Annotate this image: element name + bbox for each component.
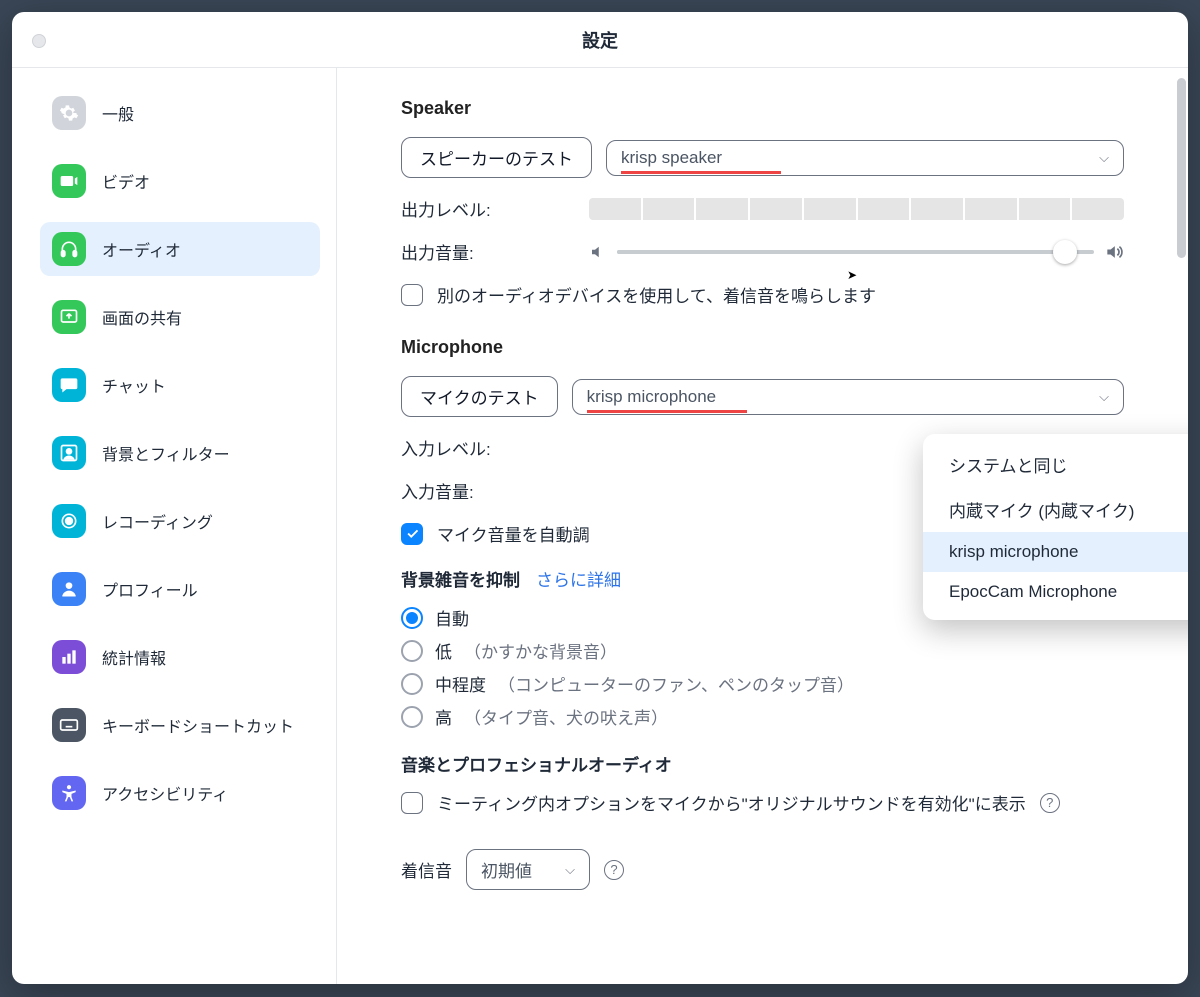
sidebar-item-accessibility[interactable]: アクセシビリティ (40, 766, 320, 820)
noise-radio-auto[interactable] (401, 607, 423, 629)
microphone-heading: Microphone (401, 337, 1124, 358)
record-icon (52, 504, 86, 538)
volume-high-icon (1104, 242, 1124, 262)
headphones-icon (52, 232, 86, 266)
input-level-label: 入力レベル: (401, 435, 575, 460)
chat-icon (52, 368, 86, 402)
mic-option-krisp[interactable]: krisp microphone ✓ (923, 532, 1188, 572)
test-speaker-button[interactable]: スピーカーのテスト (401, 137, 592, 178)
help-icon[interactable]: ? (1040, 793, 1060, 813)
scrollbar[interactable] (1177, 78, 1186, 258)
accessibility-icon (52, 776, 86, 810)
mic-option-builtin[interactable]: 内蔵マイク (内蔵マイク) (923, 487, 1188, 532)
noise-opt-hint: （コンピューターのファン、ペンのタップ音） (498, 671, 854, 696)
annotation-underline (587, 410, 747, 413)
sidebar-item-label: 一般 (102, 101, 134, 125)
ringtone-label: 着信音 (401, 857, 452, 882)
cursor-icon: ➤ (847, 268, 857, 282)
sidebar-item-label: キーボードショートカット (102, 713, 294, 737)
separate-ringtone-label: 別のオーディオデバイスを使用して、着信音を鳴らします (437, 282, 876, 307)
speaker-heading: Speaker (401, 98, 1124, 119)
profile-icon (52, 572, 86, 606)
camera-icon (52, 164, 86, 198)
noise-radio-low[interactable] (401, 640, 423, 662)
settings-window: 設定 一般 ビデオ オーディオ (12, 12, 1188, 984)
output-level-label: 出力レベル: (401, 196, 575, 221)
sidebar-item-video[interactable]: ビデオ (40, 154, 320, 208)
auto-adjust-mic-checkbox[interactable] (401, 523, 423, 545)
sidebar-item-shortcuts[interactable]: キーボードショートカット (40, 698, 320, 752)
noise-opt-hint: （かすかな背景音） (464, 638, 617, 663)
ringtone-select[interactable]: 初期値 ⌵ (466, 849, 590, 890)
stats-icon (52, 640, 86, 674)
noise-opt-label: 中程度 (435, 671, 486, 696)
speaker-select-value: krisp speaker (621, 148, 722, 168)
sidebar-item-label: 画面の共有 (102, 305, 182, 329)
noise-radio-high[interactable] (401, 706, 423, 728)
sidebar-item-profile[interactable]: プロフィール (40, 562, 320, 616)
sidebar-item-audio[interactable]: オーディオ (40, 222, 320, 276)
chevron-down-icon: ⌵ (1099, 389, 1109, 405)
annotation-underline (621, 171, 781, 174)
separate-ringtone-checkbox[interactable] (401, 284, 423, 306)
sidebar-item-general[interactable]: 一般 (40, 86, 320, 140)
window-title: 設定 (582, 27, 618, 53)
volume-low-icon (589, 243, 607, 261)
sidebar-item-label: アクセシビリティ (102, 781, 228, 805)
help-icon[interactable]: ? (604, 860, 624, 880)
noise-opt-hint: （タイプ音、犬の吠え声） (464, 704, 668, 729)
mic-select[interactable]: krisp microphone ⌵ (572, 379, 1124, 415)
mic-select-value: krisp microphone (587, 387, 716, 407)
noise-opt-label: 自動 (435, 605, 469, 630)
music-heading: 音楽とプロフェショナルオーディオ (401, 751, 672, 776)
sidebar-item-label: レコーディング (102, 509, 213, 533)
share-screen-icon (52, 300, 86, 334)
close-window-button[interactable] (32, 34, 46, 48)
sidebar-item-label: チャット (102, 373, 166, 397)
sidebar-item-label: 統計情報 (102, 645, 166, 669)
noise-opt-label: 高 (435, 704, 452, 729)
mic-option-system[interactable]: システムと同じ (923, 442, 1188, 487)
noise-heading: 背景雑音を抑制 (401, 566, 520, 591)
sidebar-item-label: プロフィール (102, 577, 198, 601)
sidebar-item-label: オーディオ (102, 237, 181, 261)
output-level-meter (589, 198, 1124, 220)
speaker-select[interactable]: krisp speaker ⌵ (606, 140, 1124, 176)
noise-options: 自動 低 （かすかな背景音） 中程度 （コンピューターのファン、ペンのタップ音）… (401, 605, 1124, 729)
sidebar-item-screen-share[interactable]: 画面の共有 (40, 290, 320, 344)
sidebar-item-label: 背景とフィルター (102, 441, 230, 465)
sidebar: 一般 ビデオ オーディオ 画面の共有 (12, 68, 337, 984)
original-sound-checkbox[interactable] (401, 792, 423, 814)
auto-adjust-mic-label: マイク音量を自動調 (437, 521, 590, 546)
mic-dropdown-menu: システムと同じ 内蔵マイク (内蔵マイク) krisp microphone ✓… (923, 434, 1188, 620)
sidebar-item-stats[interactable]: 統計情報 (40, 630, 320, 684)
gear-icon (52, 96, 86, 130)
person-frame-icon (52, 436, 86, 470)
chevron-down-icon: ⌵ (565, 862, 575, 878)
chevron-down-icon: ⌵ (1099, 150, 1109, 166)
sidebar-item-recording[interactable]: レコーディング (40, 494, 320, 548)
titlebar: 設定 (12, 12, 1188, 68)
noise-radio-med[interactable] (401, 673, 423, 695)
output-volume-slider[interactable] (617, 240, 1094, 264)
mic-option-epoccam[interactable]: EpocCam Microphone (923, 572, 1188, 612)
ringtone-value: 初期値 (481, 857, 532, 882)
test-mic-button[interactable]: マイクのテスト (401, 376, 558, 417)
sidebar-item-chat[interactable]: チャット (40, 358, 320, 412)
original-sound-label: ミーティング内オプションをマイクから"オリジナルサウンドを有効化"に表示 (437, 790, 1026, 815)
sidebar-item-background[interactable]: 背景とフィルター (40, 426, 320, 480)
noise-more-link[interactable]: さらに詳細 (536, 566, 621, 591)
main-panel: Speaker スピーカーのテスト krisp speaker ⌵ 出力レベル:… (337, 68, 1188, 984)
output-volume-label: 出力音量: (401, 239, 575, 264)
keyboard-icon (52, 708, 86, 742)
input-volume-label: 入力音量: (401, 478, 575, 503)
sidebar-item-label: ビデオ (102, 169, 150, 193)
noise-opt-label: 低 (435, 638, 452, 663)
